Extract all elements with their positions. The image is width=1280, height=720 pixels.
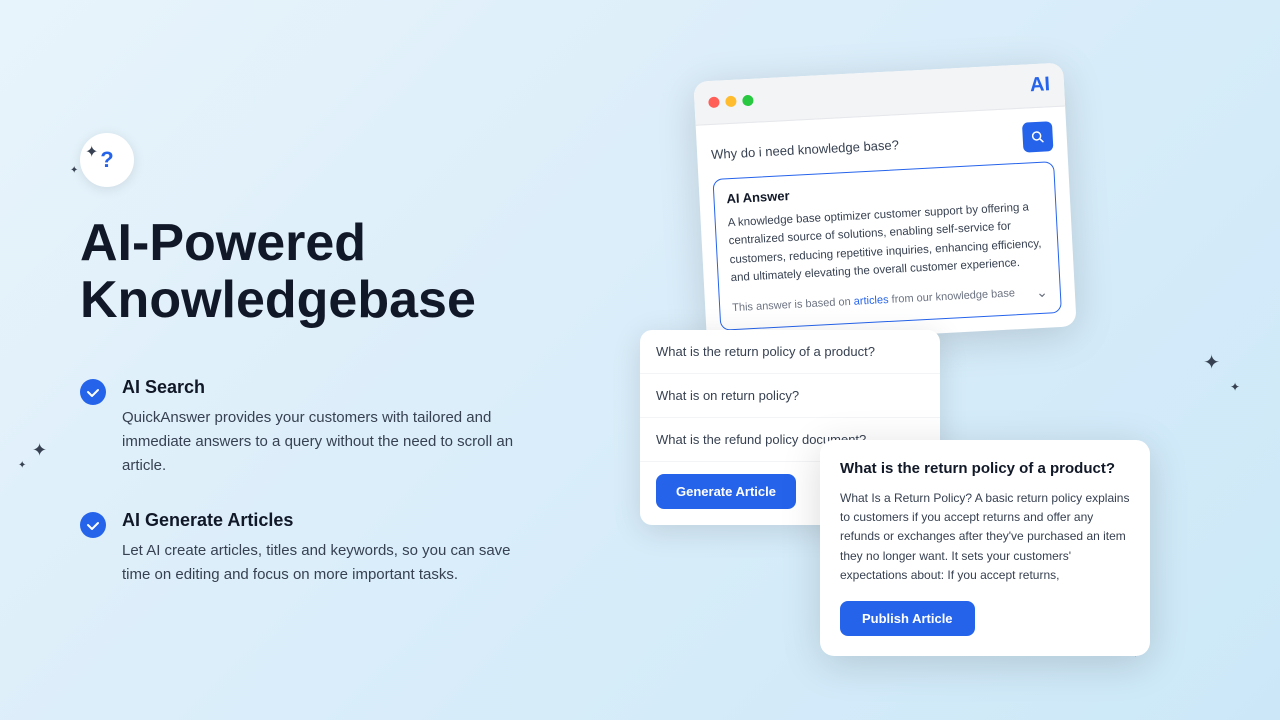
feature-ai-search-desc: QuickAnswer provides your customers with…	[122, 406, 522, 478]
feature-ai-generate-desc: Let AI create articles, titles and keywo…	[122, 539, 522, 587]
chevron-down-icon[interactable]: ⌄	[1036, 283, 1049, 301]
sparkle-decoration-4: ✦	[18, 460, 26, 471]
search-button[interactable]	[1022, 121, 1054, 153]
search-input[interactable]	[711, 131, 1015, 162]
feature-ai-search-title: AI Search	[122, 377, 522, 398]
ai-search-window: AI AI Answer A knowledge base optimizer …	[693, 62, 1076, 345]
feature-ai-generate: AI Generate Articles Let AI create artic…	[80, 510, 620, 587]
window-ai-label: AI	[1029, 73, 1050, 97]
ai-answer-footer: This answer is based on articles from ou…	[732, 283, 1048, 317]
ai-answer-box: AI Answer A knowledge base optimizer cus…	[712, 161, 1061, 330]
ai-answer-link[interactable]: articles	[853, 294, 888, 308]
publish-article-button[interactable]: Publish Article	[840, 601, 975, 636]
article-preview-card: What is the return policy of a product? …	[820, 440, 1150, 656]
suggestion-item-2[interactable]: What is on return policy?	[640, 374, 940, 418]
suggestion-item-1[interactable]: What is the return policy of a product?	[640, 330, 940, 374]
sparkle-decoration-3: ✦	[32, 440, 47, 461]
ai-answer-text: A knowledge base optimizer customer supp…	[727, 198, 1046, 288]
ai-answer-footer-text: This answer is based on articles from ou…	[732, 287, 1015, 314]
window-dot-green	[742, 95, 754, 107]
left-section: ? AI-Powered Knowledgebase AI Search Qui…	[80, 0, 620, 720]
article-body: What Is a Return Policy? A basic return …	[840, 489, 1130, 585]
generate-article-button[interactable]: Generate Article	[656, 474, 796, 509]
window-dot-red	[708, 97, 720, 109]
feature-list: AI Search QuickAnswer provides your cust…	[80, 377, 620, 587]
main-title: AI-Powered Knowledgebase	[80, 215, 620, 329]
window-dot-yellow	[725, 96, 737, 108]
article-title: What is the return policy of a product?	[840, 460, 1130, 477]
question-icon-container: ?	[80, 133, 134, 187]
feature-ai-search: AI Search QuickAnswer provides your cust…	[80, 377, 620, 478]
check-icon-ai-search	[80, 379, 106, 405]
feature-ai-generate-title: AI Generate Articles	[122, 510, 522, 531]
check-icon-ai-generate	[80, 512, 106, 538]
right-section: AI AI Answer A knowledge base optimizer …	[580, 0, 1280, 720]
question-icon: ?	[100, 147, 113, 173]
sparkle-decoration-2: ✦	[70, 165, 78, 176]
